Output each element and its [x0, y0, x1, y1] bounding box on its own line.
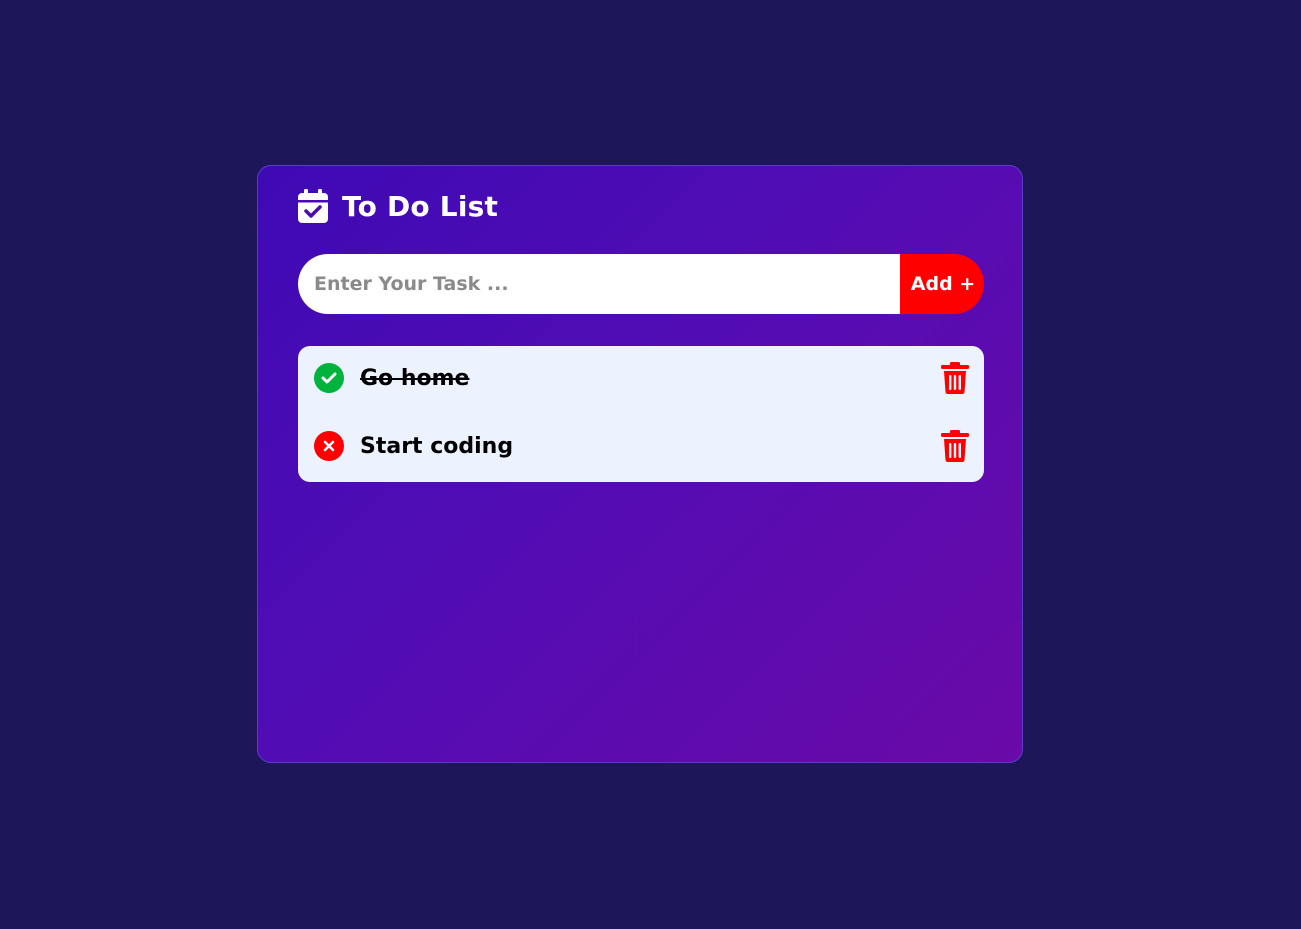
page-title: To Do List — [342, 189, 499, 223]
calendar-check-icon — [298, 189, 328, 223]
task-text[interactable]: Go home — [360, 366, 469, 391]
check-circle-icon[interactable] — [314, 363, 344, 393]
x-circle-icon[interactable] — [314, 431, 344, 461]
trash-icon[interactable] — [940, 430, 970, 462]
task-input[interactable] — [298, 254, 900, 314]
task-item: Go home — [298, 358, 984, 398]
task-text[interactable]: Start coding — [360, 434, 513, 459]
task-item: Start coding — [298, 426, 984, 466]
task-input-row: Add + — [298, 254, 984, 314]
header: To Do List — [298, 188, 498, 224]
task-list: Go home Start coding — [298, 346, 984, 482]
trash-icon[interactable] — [940, 362, 970, 394]
todo-card: To Do List Add + Go home — [257, 165, 1023, 763]
add-task-button[interactable]: Add + — [900, 254, 984, 314]
